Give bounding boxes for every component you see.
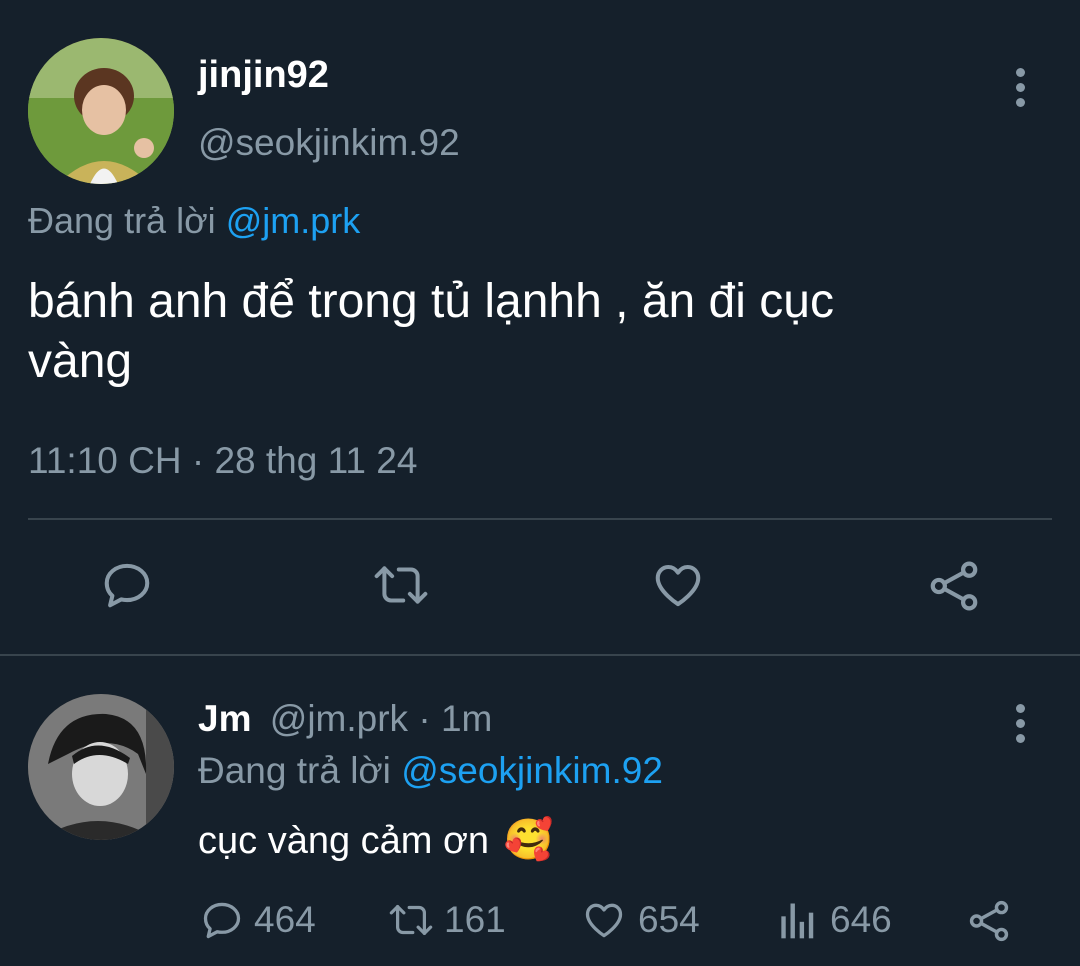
author-handle[interactable]: @seokjinkim.92 — [198, 122, 460, 164]
reply-text-body: cục vàng cảm ơn — [198, 820, 490, 862]
tweet-text: bánh anh để trong tủ lạnhh , ăn đi cục v… — [28, 272, 834, 392]
reply-author-display-name[interactable]: Jm — [198, 698, 251, 739]
reply-header: Jm @jm.prk · 1m — [198, 698, 492, 740]
replying-to-handle-link[interactable]: @jm.prk — [226, 200, 361, 241]
reply-stat-views[interactable]: 646 — [776, 898, 892, 942]
retweet-icon[interactable] — [370, 558, 432, 612]
reply-text: cục vàng cảm ơn 🥰 — [198, 816, 553, 863]
smiling-face-with-hearts-emoji: 🥰 — [503, 818, 554, 862]
tweet-more-options-icon[interactable] — [1016, 68, 1026, 113]
author-avatar[interactable] — [28, 38, 174, 184]
retweet-count: 161 — [444, 899, 506, 940]
tweet-text-line-2: vàng — [28, 335, 133, 388]
retweet-count-icon — [386, 898, 436, 942]
actions-divider-top — [28, 518, 1052, 520]
reply-author-avatar-image — [28, 694, 174, 840]
reply-time[interactable]: 1m — [441, 698, 492, 739]
reply-share-icon[interactable] — [966, 898, 1012, 944]
reply-replying-to-handle-link[interactable]: @seokjinkim.92 — [401, 750, 663, 791]
reply-count-icon — [200, 898, 244, 942]
reply-icon[interactable] — [100, 558, 154, 612]
replying-to-line: Đang trả lời @jm.prk — [28, 200, 360, 242]
like-count: 654 — [638, 899, 700, 940]
share-icon[interactable] — [926, 558, 982, 614]
section-divider — [0, 654, 1080, 656]
tweet-text-line-1: bánh anh để trong tủ lạnhh , ăn đi cục — [28, 275, 834, 328]
reply-separator: · — [418, 698, 431, 739]
reply-stat-retweets[interactable]: 161 — [386, 898, 506, 942]
tweet-timestamp[interactable]: 11:10 CH · 28 thg 11 24 — [28, 440, 417, 482]
reply-replying-to-prefix: Đang trả lời — [198, 750, 391, 791]
reply-stat-replies[interactable]: 464 — [200, 898, 316, 942]
views-icon — [776, 898, 816, 942]
like-icon[interactable] — [650, 558, 706, 612]
like-count-icon — [582, 898, 626, 942]
reply-count: 464 — [254, 899, 316, 940]
author-avatar-image — [28, 38, 174, 184]
replying-to-prefix: Đang trả lời — [28, 200, 216, 241]
reply-author-handle[interactable]: @jm.prk — [270, 698, 408, 739]
reply-more-options-icon[interactable] — [1016, 704, 1026, 749]
reply-author-avatar[interactable] — [28, 694, 174, 840]
reply-replying-to-line: Đang trả lời @seokjinkim.92 — [198, 750, 663, 792]
author-display-name[interactable]: jinjin92 — [198, 54, 329, 97]
reply-stat-likes[interactable]: 654 — [582, 898, 700, 942]
views-count: 646 — [830, 899, 892, 940]
